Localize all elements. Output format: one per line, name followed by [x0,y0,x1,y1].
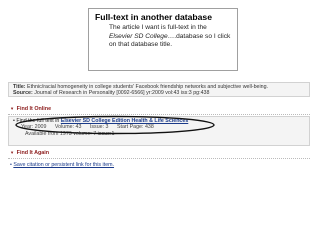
triangle-down-icon: ▼ [10,150,15,155]
fulltext-panel: • Find the full text in Elsevier SD Coll… [8,116,310,146]
database-link[interactable]: Elsevier SD College Edition Health & Lif… [61,118,188,124]
find-it-again-heading[interactable]: ▼ Find It Again [10,150,49,156]
callout-title: Full-text in another database [95,12,212,22]
callout-body-text: The article I want is full-text in the [109,24,207,31]
availability-note: Available from 1973 volume: 7 issue:1 [25,130,115,137]
source-row: Source: Journal of Research in Personali… [13,90,309,96]
save-citation-link[interactable]: Save citation or persistent link for thi… [13,162,114,168]
annotation-callout: Full-text in another database The articl… [88,8,238,71]
start-page-value: Start Page: 438 [116,124,154,131]
save-citation-row: • Save citation or persistent link for t… [10,162,114,168]
section-divider [8,158,310,159]
source-label: Source: [13,90,33,97]
article-title: Ethnic/racial homogeneity in college stu… [27,84,269,90]
find-it-online-label: Find It Online [16,106,52,112]
journal-source: Journal of Research in Personality [0092… [34,90,210,97]
section-divider [8,114,310,115]
title-label: Title: [13,84,26,90]
citation-panel: Title: Ethnic/racial homogeneity in coll… [8,82,310,97]
find-it-online-heading[interactable]: ▼ Find It Online [10,106,51,112]
issue-value: Issue: 3 [89,124,109,131]
triangle-down-icon: ▼ [10,106,15,111]
find-it-again-label: Find It Again [16,150,50,156]
bullet-icon: • [13,118,15,124]
year-value: Year: 2009 [21,124,47,131]
fulltext-prefix: Find the full text in [16,118,61,124]
callout-body: The article I want is full-text in the E… [109,24,232,50]
volume-value: Volume: 43 [54,124,82,131]
callout-body-database-name: Elsevier SD College [109,32,168,40]
bullet-icon: • [10,162,12,168]
